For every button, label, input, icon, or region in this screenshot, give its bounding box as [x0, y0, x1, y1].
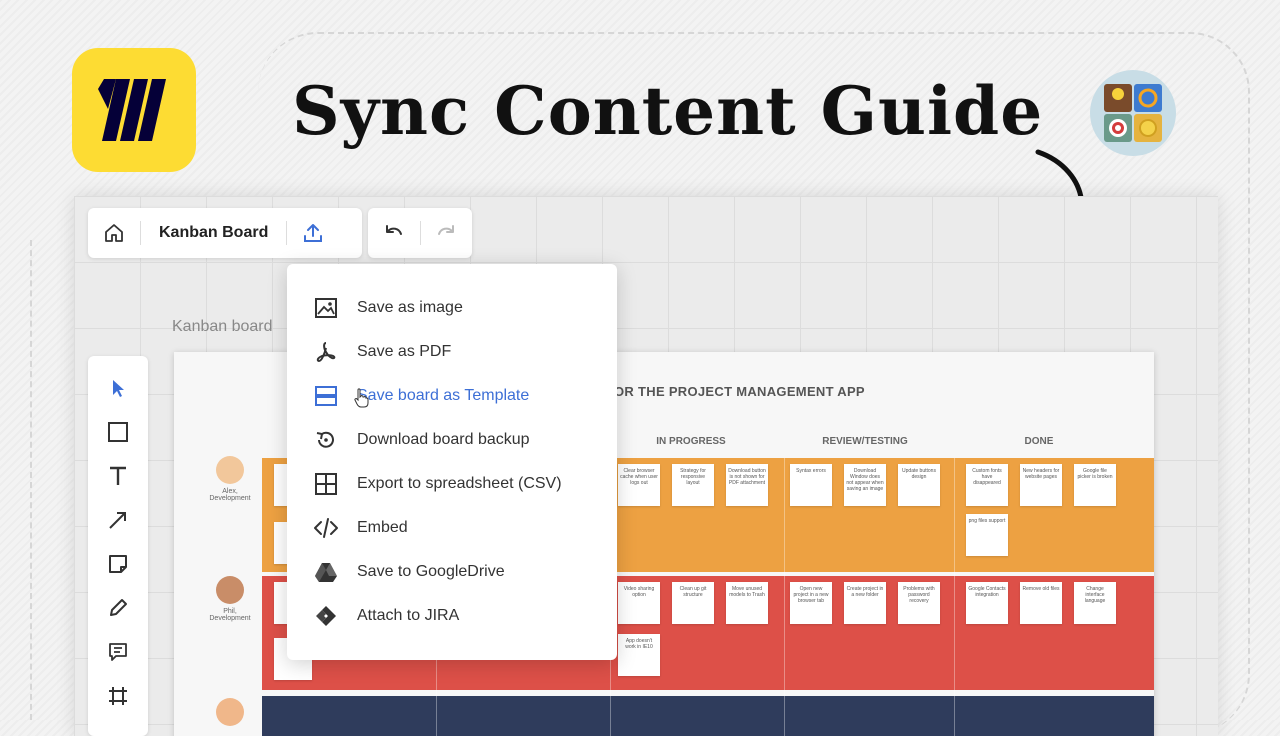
- menu-item-label: Save to GoogleDrive: [357, 563, 505, 580]
- person-phil: Phil, Development: [200, 576, 260, 622]
- column-header: DONE: [1024, 436, 1054, 447]
- sticky-note-icon: [109, 555, 127, 573]
- menu-item-label: Save board as Template: [357, 387, 530, 404]
- board-frame-label: Kanban board: [172, 318, 273, 335]
- home-icon: [105, 224, 123, 242]
- top-toolbar: Kanban Board: [88, 208, 362, 258]
- person-alex: Alex, Development: [200, 456, 260, 502]
- export-button[interactable]: [287, 208, 339, 258]
- template-icon: [313, 383, 339, 409]
- page-title: Sync Content Guide: [292, 72, 1044, 150]
- menu-item-label: Export to spreadsheet (CSV): [357, 475, 562, 492]
- jira-icon: [313, 603, 339, 629]
- sticky-note[interactable]: Syntax errors: [790, 464, 832, 506]
- person-third: [200, 698, 260, 730]
- person-role: Development: [209, 615, 251, 622]
- text-tool[interactable]: [98, 454, 138, 498]
- export-menu: Save as image Save as PDF Save board as …: [287, 264, 617, 660]
- menu-item-google-drive[interactable]: Save to GoogleDrive: [287, 550, 617, 594]
- comment-icon: [109, 643, 127, 661]
- sticky-note[interactable]: App doesn't work in IE10: [618, 634, 660, 676]
- menu-item-export-csv[interactable]: Export to spreadsheet (CSV): [287, 462, 617, 506]
- undo-icon: [385, 225, 402, 235]
- person-name: Alex,: [222, 488, 238, 495]
- upload-icon: [304, 224, 323, 242]
- avatar: [216, 698, 244, 726]
- rectangle-icon: [108, 422, 128, 442]
- menu-item-label: Save as PDF: [357, 343, 452, 360]
- sticky-note[interactable]: Remove old files: [1020, 582, 1062, 624]
- sticky-note[interactable]: Clear browser cache when user logs out: [618, 464, 660, 506]
- sticky-note[interactable]: Update buttons design: [898, 464, 940, 506]
- menu-item-save-template[interactable]: Save board as Template: [287, 374, 617, 418]
- sticky-note[interactable]: Move unused models to Trash: [726, 582, 768, 624]
- redo-icon: [438, 225, 455, 235]
- person-name: Phil,: [223, 608, 237, 615]
- code-icon: [313, 515, 339, 541]
- decorative-frame-left: [30, 240, 36, 720]
- shape-tool[interactable]: [98, 410, 138, 454]
- column-divider: [954, 458, 955, 736]
- frame-tool[interactable]: [98, 674, 138, 718]
- sticky-note-tool[interactable]: [98, 542, 138, 586]
- menu-item-download-backup[interactable]: Download board backup: [287, 418, 617, 462]
- sticky-note[interactable]: png files support: [966, 514, 1008, 556]
- text-icon: [110, 466, 126, 485]
- menu-item-save-image[interactable]: Save as image: [287, 286, 617, 330]
- kanban-heading: OR THE PROJECT MANAGEMENT APP: [614, 384, 865, 399]
- comment-tool[interactable]: [98, 630, 138, 674]
- select-tool[interactable]: [98, 366, 138, 410]
- menu-item-save-pdf[interactable]: Save as PDF: [287, 330, 617, 374]
- menu-item-label: Attach to JIRA: [357, 607, 460, 624]
- sticky-note[interactable]: Download Window does not appear when sav…: [844, 464, 886, 506]
- column-header: REVIEW/TESTING: [822, 436, 908, 447]
- history-toolbar: [368, 208, 472, 258]
- sticky-note[interactable]: Change interface language: [1074, 582, 1116, 624]
- column-header: IN PROGRESS: [656, 436, 726, 447]
- pen-tool[interactable]: [98, 586, 138, 630]
- table-icon: [313, 471, 339, 497]
- sticky-note[interactable]: Strategy for responsive layout: [672, 464, 714, 506]
- backup-icon: [313, 427, 339, 453]
- miro-logo-icon: [98, 79, 166, 141]
- frame-icon: [109, 687, 127, 705]
- miro-logo: [72, 48, 196, 172]
- home-button[interactable]: [88, 208, 140, 258]
- pen-icon: [110, 599, 127, 616]
- board-title[interactable]: Kanban Board: [141, 224, 286, 242]
- google-drive-icon: [313, 559, 339, 585]
- sticky-note[interactable]: Clean up git structure: [672, 582, 714, 624]
- hand-pointer-icon: [354, 388, 369, 408]
- person-role: Development: [209, 495, 251, 502]
- menu-item-embed[interactable]: Embed: [287, 506, 617, 550]
- sticky-note[interactable]: Download button is not shown for PDF att…: [726, 464, 768, 506]
- sticky-note[interactable]: Google file picker is broken: [1074, 464, 1116, 506]
- menu-item-label: Download board backup: [357, 431, 530, 448]
- left-tool-palette: [88, 356, 148, 736]
- menu-item-attach-jira[interactable]: Attach to JIRA: [287, 594, 617, 638]
- menu-item-label: Embed: [357, 519, 408, 536]
- arrow-icon: [109, 512, 126, 529]
- avatar: [216, 576, 244, 604]
- miro-app-window: Kanban Board Kanban board OR THE PROJECT…: [74, 196, 1218, 736]
- column-divider: [784, 458, 785, 736]
- sticky-note[interactable]: Custom fonts have disappeared: [966, 464, 1008, 506]
- sticky-note[interactable]: Problems with password recovery: [898, 582, 940, 624]
- sticky-note[interactable]: Open new project in a new browser tab: [790, 582, 832, 624]
- image-icon: [313, 295, 339, 321]
- connector-tool[interactable]: [98, 498, 138, 542]
- cursor-icon: [113, 380, 124, 397]
- avatar: [216, 456, 244, 484]
- redo-button[interactable]: [420, 208, 472, 258]
- sticky-note[interactable]: Google Contacts integration: [966, 582, 1008, 624]
- undo-button[interactable]: [368, 208, 420, 258]
- sticky-note[interactable]: Video sharing option: [618, 582, 660, 624]
- sticky-note[interactable]: New headers for website pages: [1020, 464, 1062, 506]
- menu-item-label: Save as image: [357, 299, 463, 316]
- sticky-note[interactable]: Create project in a new folder: [844, 582, 886, 624]
- pdf-icon: [313, 339, 339, 365]
- swimlane-third: [262, 696, 1154, 736]
